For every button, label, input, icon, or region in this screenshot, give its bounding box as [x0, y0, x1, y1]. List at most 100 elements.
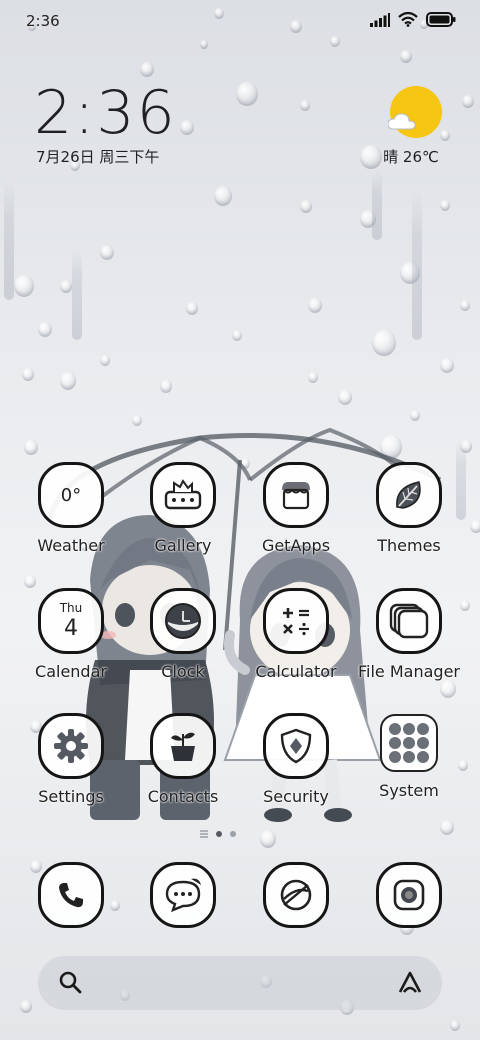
app-icon-calendar[interactable]: Thu 4	[38, 588, 104, 654]
calendar-day: Thu	[59, 601, 83, 615]
app-weather[interactable]: 0° Weather	[16, 462, 126, 555]
app-icon-settings[interactable]	[38, 713, 104, 779]
raindrop	[140, 62, 154, 78]
app-icon-clock[interactable]	[150, 588, 216, 654]
raindrop	[180, 120, 194, 136]
app-icon-calculator[interactable]	[263, 588, 329, 654]
battery-icon	[426, 12, 456, 27]
page-dot[interactable]	[230, 831, 236, 837]
dock-icon-browser[interactable]	[263, 862, 329, 928]
app-icon-getapps[interactable]	[263, 462, 329, 528]
assistant-icon[interactable]	[396, 969, 424, 997]
calendar-date: 4	[63, 616, 78, 641]
store-icon	[282, 482, 310, 510]
app-label: Weather	[37, 536, 105, 555]
clock-widget-time[interactable]: 2:36	[34, 78, 177, 148]
clock-icon	[165, 603, 201, 639]
app-file-manager[interactable]: File Manager	[354, 588, 464, 681]
raindrop	[440, 820, 454, 836]
raindrop	[38, 322, 52, 338]
app-label: Themes	[377, 536, 441, 555]
dock-icon-phone[interactable]	[38, 862, 104, 928]
dock-browser[interactable]	[241, 862, 351, 928]
app-calculator[interactable]: Calculator	[241, 588, 351, 681]
status-bar: 2:36	[0, 0, 480, 40]
plant-pot-icon	[171, 732, 195, 761]
app-icon-contacts[interactable]	[150, 713, 216, 779]
camera-icon	[393, 879, 425, 911]
app-icon-themes[interactable]	[376, 462, 442, 528]
search-bar[interactable]	[38, 956, 442, 1010]
status-time: 2:36	[26, 12, 60, 30]
raindrop	[308, 372, 318, 383]
raindrop	[60, 372, 76, 390]
dock-messages[interactable]	[128, 862, 238, 928]
raindrop	[300, 100, 310, 111]
raindrop	[132, 415, 142, 426]
rain-streak	[412, 190, 422, 340]
app-icon-weather[interactable]: 0°	[38, 462, 104, 528]
shield-icon	[280, 728, 312, 764]
app-clock[interactable]: Clock	[128, 588, 238, 681]
app-label: Gallery	[154, 536, 212, 555]
rain-streak	[72, 250, 82, 340]
app-icon-system[interactable]	[379, 713, 439, 773]
app-themes[interactable]: Themes	[354, 462, 464, 555]
raindrop	[440, 358, 454, 374]
sun-cloud-icon	[388, 86, 442, 138]
raindrop	[460, 300, 470, 311]
weather-widget-text: 晴 26℃	[383, 148, 439, 166]
app-security[interactable]: Security	[241, 713, 351, 806]
raindrop	[372, 330, 396, 357]
app-icon-security[interactable]	[263, 713, 329, 779]
weather-widget[interactable]: 晴 26℃	[383, 86, 446, 167]
raindrop	[462, 95, 474, 109]
raindrop	[260, 830, 276, 848]
raindrop	[450, 1020, 460, 1031]
raindrop	[20, 1000, 32, 1014]
app-system[interactable]: System	[354, 713, 464, 800]
dock-camera[interactable]	[354, 862, 464, 928]
dock-phone[interactable]	[16, 862, 126, 928]
raindrop	[100, 245, 114, 261]
app-label: File Manager	[358, 662, 460, 681]
app-icon-file-manager[interactable]	[376, 588, 442, 654]
page-dot-active[interactable]	[216, 831, 222, 837]
menu-lines-icon	[200, 830, 208, 838]
raindrop	[22, 368, 34, 382]
app-label: Settings	[38, 787, 104, 806]
app-settings[interactable]: Settings	[16, 713, 126, 806]
app-contacts[interactable]: Contacts	[128, 713, 238, 806]
raindrop	[14, 275, 34, 297]
calendar-icon: Thu 4	[60, 602, 83, 640]
raindrop	[236, 82, 258, 107]
raindrop	[214, 186, 232, 206]
raindrop	[300, 200, 312, 214]
rain-streak	[4, 180, 14, 300]
dock-icon-messages[interactable]	[150, 862, 216, 928]
status-icons	[370, 12, 456, 27]
signal-icon	[370, 12, 390, 27]
app-folder-icon	[380, 714, 438, 772]
raindrop	[308, 298, 322, 314]
raindrop	[470, 520, 480, 534]
raindrop	[200, 40, 208, 49]
app-label: Security	[263, 787, 329, 806]
raindrop	[410, 410, 420, 421]
app-label: Contacts	[147, 787, 219, 806]
app-label: GetApps	[261, 536, 331, 555]
search-icon[interactable]	[58, 970, 84, 996]
wifi-icon	[398, 12, 418, 27]
folder-icon	[389, 603, 429, 639]
app-label: Calculator	[255, 662, 337, 681]
app-calendar[interactable]: Thu 4 Calendar	[16, 588, 126, 681]
app-icon-gallery[interactable]	[150, 462, 216, 528]
raindrop	[24, 575, 36, 589]
dock-icon-camera[interactable]	[376, 862, 442, 928]
app-getapps[interactable]: GetApps	[241, 462, 351, 555]
app-gallery[interactable]: Gallery	[128, 462, 238, 555]
raindrop	[24, 440, 38, 456]
rain-streak	[372, 170, 382, 240]
page-indicator[interactable]	[200, 830, 236, 838]
app-label: System	[379, 781, 439, 800]
